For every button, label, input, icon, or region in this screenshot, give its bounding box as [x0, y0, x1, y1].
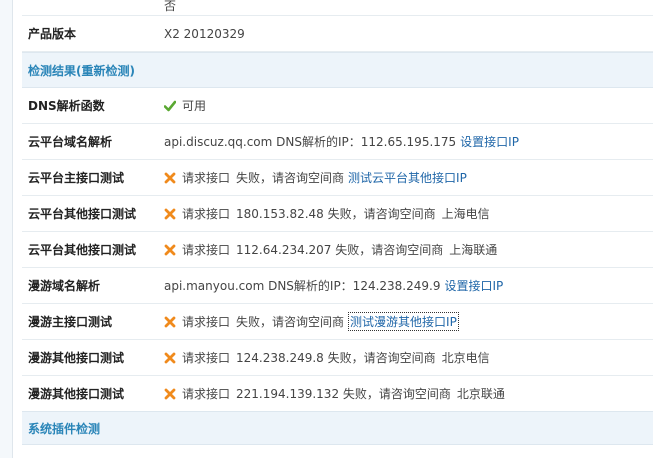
set-interface-ip-link[interactable]: 设置接口IP: [460, 133, 519, 150]
result-text: 112.64.234.207 失败，请咨询空间商: [236, 243, 444, 257]
cross-icon: [164, 244, 176, 255]
result-text: 请求接口: [182, 387, 231, 401]
test-manyou-other-ip-link[interactable]: 测试漫游其他接口IP: [348, 312, 459, 331]
result-text: api.manyou.com DNS解析的IP：124.238.249.9: [164, 279, 441, 293]
check-row-cloud-other-1: 云平台其他接口测试 请求接口 180.153.82.48 失败，请咨询空间商 上…: [22, 196, 653, 232]
row-label: 云平台其他接口测试: [28, 207, 137, 221]
row-label: DNS解析函数: [28, 99, 105, 113]
left-frame-strip: [0, 0, 13, 458]
result-text: 请求接口: [182, 351, 231, 365]
cross-icon: [164, 208, 176, 219]
check-row-cloud-dns: 云平台域名解析 api.discuz.qq.com DNS解析的IP：112.6…: [22, 124, 653, 160]
row-label: 漫游其他接口测试: [28, 351, 125, 365]
row-label: 产品版本: [28, 27, 77, 41]
row-label: 漫游主接口测试: [28, 315, 113, 329]
check-row-manyou-other-2: 漫游其他接口测试 请求接口 221.194.139.132 失败，请咨询空间商 …: [22, 376, 653, 412]
section-title: 系统插件检测: [28, 421, 101, 436]
row-value: 请求接口 失败，请咨询空间商 测试云平台其他接口IP: [158, 169, 467, 186]
cross-icon: [164, 316, 176, 327]
check-row-cloud-main: 云平台主接口测试 请求接口 失败，请咨询空间商 测试云平台其他接口IP: [22, 160, 653, 196]
row-value: api.manyou.com DNS解析的IP：124.238.249.9 设置…: [158, 277, 503, 294]
result-text: 失败，请咨询空间商: [236, 171, 345, 185]
row-label: 云平台其他接口测试: [28, 243, 137, 257]
cut-off-row: [22, 445, 653, 458]
result-text: 请求接口: [182, 315, 231, 329]
result-text: 请求接口: [182, 207, 231, 221]
isp-name: 上海电信: [441, 207, 490, 221]
row-value: 请求接口 180.153.82.48 失败，请咨询空间商 上海电信: [158, 205, 490, 222]
isp-name: 上海联通: [449, 243, 498, 257]
cross-icon: [164, 172, 176, 183]
result-text: 请求接口: [182, 171, 231, 185]
cross-icon: [164, 352, 176, 363]
row-value: 请求接口 112.64.234.207 失败，请咨询空间商 上海联通: [158, 241, 497, 258]
row-label: 漫游域名解析: [28, 279, 101, 293]
check-results-panel: 否 产品版本 X2 20120329 检测结果(重新检测) DNS解析函数 可用…: [22, 0, 653, 458]
result-text: 124.238.249.8 失败，请咨询空间商: [236, 351, 436, 365]
row-value: api.discuz.qq.com DNS解析的IP：112.65.195.17…: [158, 133, 519, 150]
plugins-section-header: 系统插件检测: [22, 411, 653, 445]
row-value: X2 20120329: [164, 26, 245, 41]
row-value: 否: [164, 0, 177, 13]
detect-section-header: 检测结果(重新检测): [22, 52, 653, 88]
test-cloud-other-ip-link[interactable]: 测试云平台其他接口IP: [348, 169, 467, 186]
row-value: 请求接口 221.194.139.132 失败，请咨询空间商 北京联通: [158, 385, 505, 402]
check-row-manyou-other-1: 漫游其他接口测试 请求接口 124.238.249.8 失败，请咨询空间商 北京…: [22, 340, 653, 376]
row-value: 请求接口 失败，请咨询空间商 测试漫游其他接口IP: [158, 312, 459, 331]
closed-site-row: 否: [22, 0, 653, 16]
result-text: 请求接口: [182, 243, 231, 257]
result-text: 可用: [182, 99, 207, 113]
check-icon: [164, 100, 176, 111]
isp-name: 北京联通: [456, 387, 505, 401]
row-label: 云平台主接口测试: [28, 171, 125, 185]
check-row-cloud-other-2: 云平台其他接口测试 请求接口 112.64.234.207 失败，请咨询空间商 …: [22, 232, 653, 268]
row-value: 请求接口 124.238.249.8 失败，请咨询空间商 北京电信: [158, 349, 490, 366]
row-label: 云平台域名解析: [28, 135, 113, 149]
result-text: api.discuz.qq.com DNS解析的IP：112.65.195.17…: [164, 135, 457, 149]
check-row-manyou-main: 漫游主接口测试 请求接口 失败，请咨询空间商 测试漫游其他接口IP: [22, 304, 653, 340]
row-value: 可用: [158, 97, 206, 114]
check-row-manyou-dns: 漫游域名解析 api.manyou.com DNS解析的IP：124.238.2…: [22, 268, 653, 304]
result-text: 180.153.82.48 失败，请咨询空间商: [236, 207, 436, 221]
row-label: 漫游其他接口测试: [28, 387, 125, 401]
check-row-dns: DNS解析函数 可用: [22, 88, 653, 124]
product-version-row: 产品版本 X2 20120329: [22, 16, 653, 52]
isp-name: 北京电信: [441, 351, 490, 365]
section-title[interactable]: 检测结果(重新检测): [22, 62, 135, 79]
result-text: 失败，请咨询空间商: [236, 315, 345, 329]
cross-icon: [164, 388, 176, 399]
set-interface-ip-link[interactable]: 设置接口IP: [444, 277, 503, 294]
result-text: 221.194.139.132 失败，请咨询空间商: [236, 387, 451, 401]
